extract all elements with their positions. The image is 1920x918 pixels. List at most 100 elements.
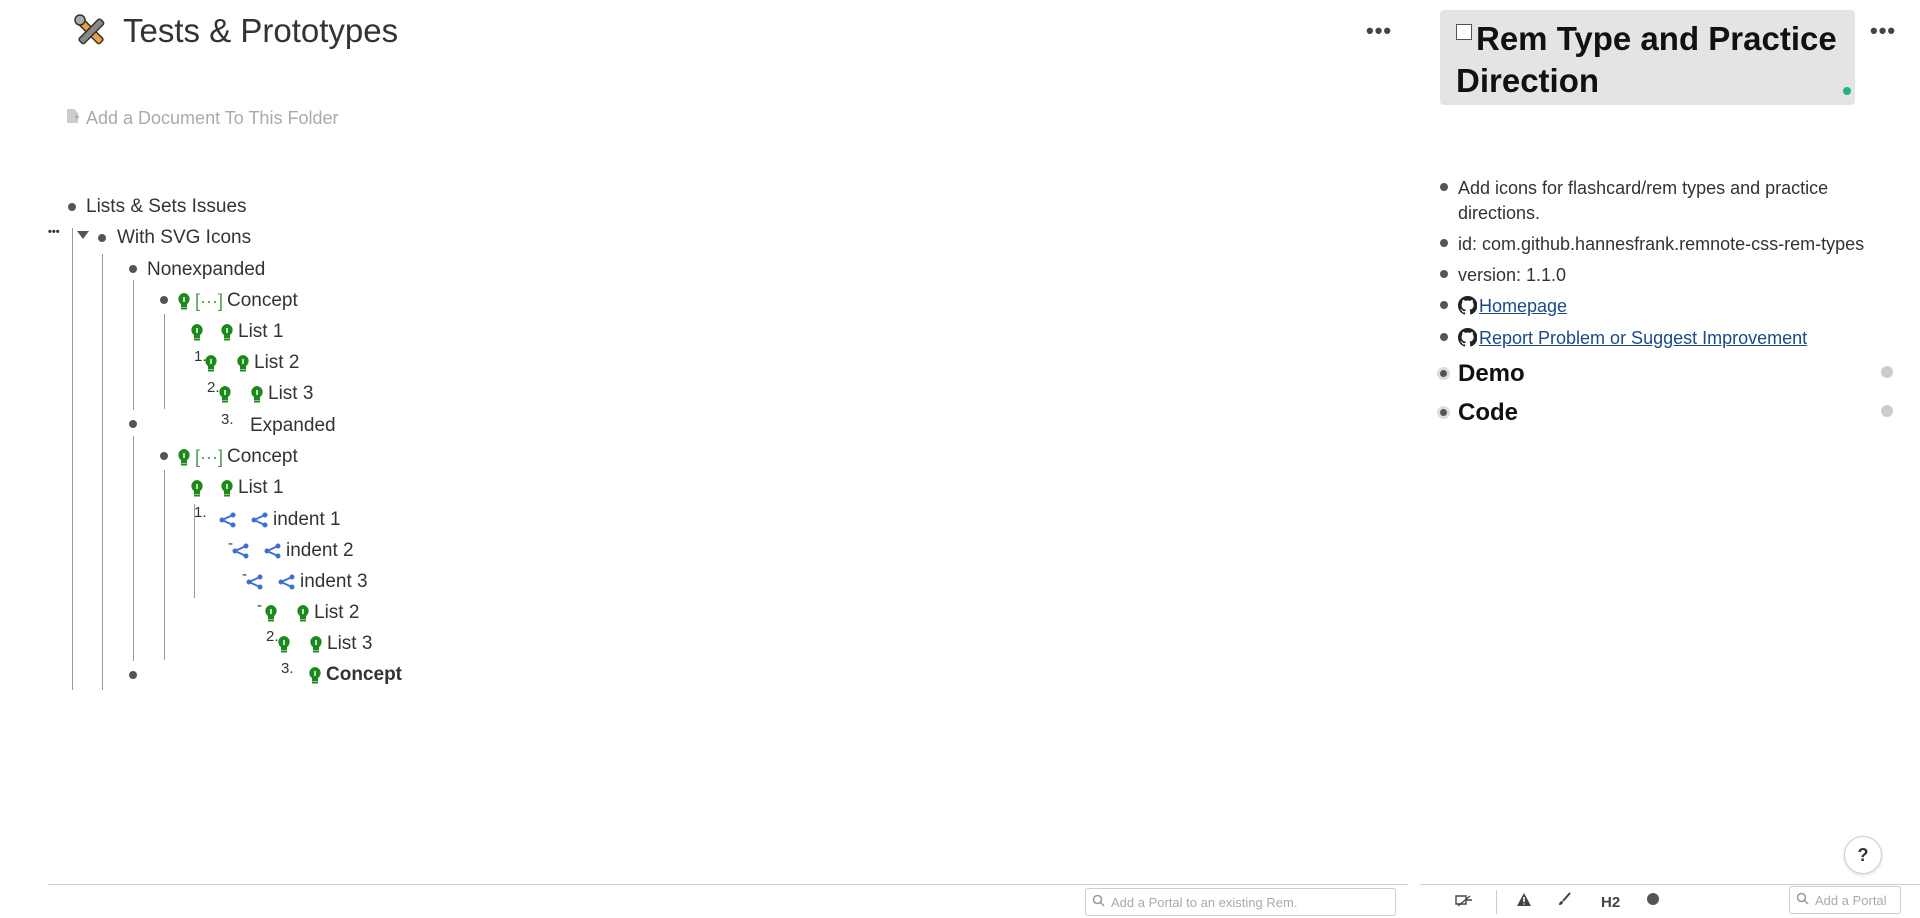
portal-placeholder: Add a Portal xyxy=(1815,892,1887,908)
expand-icon[interactable] xyxy=(1881,405,1893,417)
cloze-marker: [···] xyxy=(195,446,223,467)
page-more-button[interactable]: ••• xyxy=(1366,18,1392,44)
bullet[interactable] xyxy=(160,452,168,460)
rem-list-3[interactable]: List 3 xyxy=(277,631,372,657)
rem-concept[interactable]: [···] Concept xyxy=(177,288,298,314)
rem-with-svg-icons[interactable]: With SVG Icons xyxy=(117,225,251,251)
rem-concept[interactable]: [···] Concept xyxy=(177,444,298,470)
tree-guide-line xyxy=(72,228,73,690)
tree-guide-line xyxy=(102,254,103,690)
brush-icon[interactable] xyxy=(1557,892,1572,911)
rem-text: Concept xyxy=(226,290,298,311)
tools-icon xyxy=(72,12,112,52)
wire-icon[interactable] xyxy=(1454,892,1474,914)
collapsed-bullet[interactable] xyxy=(1437,406,1450,419)
rem-indent-2[interactable]: indent 2 xyxy=(232,538,354,564)
bullet[interactable] xyxy=(68,203,76,211)
github-icon xyxy=(1457,327,1478,347)
collapse-toggle-icon[interactable] xyxy=(77,231,89,239)
lightbulb-icon xyxy=(250,385,264,403)
circle-icon[interactable] xyxy=(1646,892,1660,910)
list-number: 3. xyxy=(221,411,234,428)
portal-search-input[interactable]: Add a Portal to an existing Rem. xyxy=(1085,888,1396,916)
plugin-title-text: Rem Type and Practice Direction xyxy=(1456,20,1837,99)
expand-icon[interactable] xyxy=(1881,366,1893,378)
lightbulb-icon xyxy=(204,354,218,372)
share-icon xyxy=(246,574,264,590)
bullet[interactable] xyxy=(1440,239,1448,247)
lightbulb-icon xyxy=(218,385,232,403)
bullet[interactable] xyxy=(129,420,137,428)
section-code[interactable]: Code xyxy=(1458,399,1518,427)
panel-more-button[interactable]: ••• xyxy=(1870,18,1896,44)
bullet[interactable] xyxy=(1440,183,1448,191)
share-icon xyxy=(232,543,250,559)
report-problem-link[interactable]: Report Problem or Suggest Improvement xyxy=(1479,328,1807,348)
tree-guide-line xyxy=(164,470,165,660)
rem-text: List 1 xyxy=(238,321,284,342)
status-dot xyxy=(1843,87,1851,95)
plugin-version: version: 1.1.0 xyxy=(1458,265,1567,285)
rem-text: List 2 xyxy=(314,602,360,623)
rem-list-2[interactable]: List 2 xyxy=(264,600,359,626)
bullet[interactable] xyxy=(98,234,106,242)
rem-list-3[interactable]: List 3 xyxy=(218,381,313,407)
github-icon xyxy=(1457,295,1478,315)
rem-lists-sets-issues[interactable]: Lists & Sets Issues xyxy=(86,194,247,220)
lightbulb-icon xyxy=(177,292,191,310)
lightbulb-icon xyxy=(236,354,250,372)
bullet[interactable] xyxy=(1440,270,1448,278)
warning-icon[interactable] xyxy=(1516,892,1532,911)
heading-h2-button[interactable]: H2 xyxy=(1601,894,1620,911)
lightbulb-icon xyxy=(220,479,234,497)
rem-expanded[interactable]: Expanded xyxy=(250,413,336,439)
lightbulb-icon xyxy=(190,479,204,497)
rem-nonexpanded[interactable]: Nonexpanded xyxy=(147,257,265,283)
lightbulb-icon xyxy=(309,635,323,653)
rem-text: Expanded xyxy=(250,415,336,436)
homepage-link[interactable]: Homepage xyxy=(1479,296,1567,316)
lightbulb-icon xyxy=(220,323,234,341)
tree-guide-line xyxy=(133,436,134,661)
bottom-divider xyxy=(1420,884,1920,885)
report-row: Report Problem or Suggest Improvement xyxy=(1457,326,1898,351)
help-button[interactable]: ? xyxy=(1844,836,1882,874)
toolbar-divider xyxy=(1496,890,1497,914)
portal-search-input-small[interactable]: Add a Portal xyxy=(1789,886,1901,914)
share-icon xyxy=(264,543,282,559)
lightbulb-icon xyxy=(296,604,310,622)
rem-indent-1[interactable]: indent 1 xyxy=(219,507,341,533)
rem-text: With SVG Icons xyxy=(117,227,252,248)
rem-text: Lists & Sets Issues xyxy=(86,196,247,217)
rem-text: Nonexpanded xyxy=(147,259,266,280)
rem-text: Concept xyxy=(326,664,402,685)
rem-list-1[interactable]: List 1 xyxy=(190,475,283,501)
lightbulb-icon xyxy=(308,666,322,684)
rem-list-1[interactable]: List 1 xyxy=(190,319,283,345)
rem-text: Concept xyxy=(226,446,298,467)
plugin-id: id: com.github.hannesfrank.remnote-css-r… xyxy=(1458,234,1865,254)
plugin-description: Add icons for flashcard/rem types and pr… xyxy=(1458,178,1829,223)
portal-placeholder: Add a Portal to an existing Rem. xyxy=(1111,894,1298,910)
bullet[interactable] xyxy=(160,296,168,304)
rem-options-button[interactable]: ••• xyxy=(48,226,60,238)
add-document-label: Add a Document To This Folder xyxy=(86,108,339,128)
bullet[interactable] xyxy=(1440,301,1448,309)
share-icon xyxy=(219,512,237,528)
rem-indent-3[interactable]: indent 3 xyxy=(246,569,368,595)
add-document-button[interactable]: Add a Document To This Folder xyxy=(66,108,338,129)
bullet[interactable] xyxy=(129,265,137,273)
tree-guide-line xyxy=(133,280,134,410)
bullet[interactable] xyxy=(129,671,137,679)
todo-checkbox[interactable] xyxy=(1456,24,1472,40)
collapsed-bullet[interactable] xyxy=(1437,367,1450,380)
tree-guide-line xyxy=(164,314,165,409)
section-demo[interactable]: Demo xyxy=(1458,360,1525,388)
rem-concept-bold[interactable]: Concept xyxy=(308,662,402,688)
rem-text: indent 1 xyxy=(273,509,341,530)
share-icon xyxy=(251,512,269,528)
homepage-row: Homepage xyxy=(1457,294,1898,319)
list-dash: - xyxy=(257,597,262,614)
rem-list-2[interactable]: List 2 xyxy=(204,350,299,376)
bullet[interactable] xyxy=(1440,333,1448,341)
